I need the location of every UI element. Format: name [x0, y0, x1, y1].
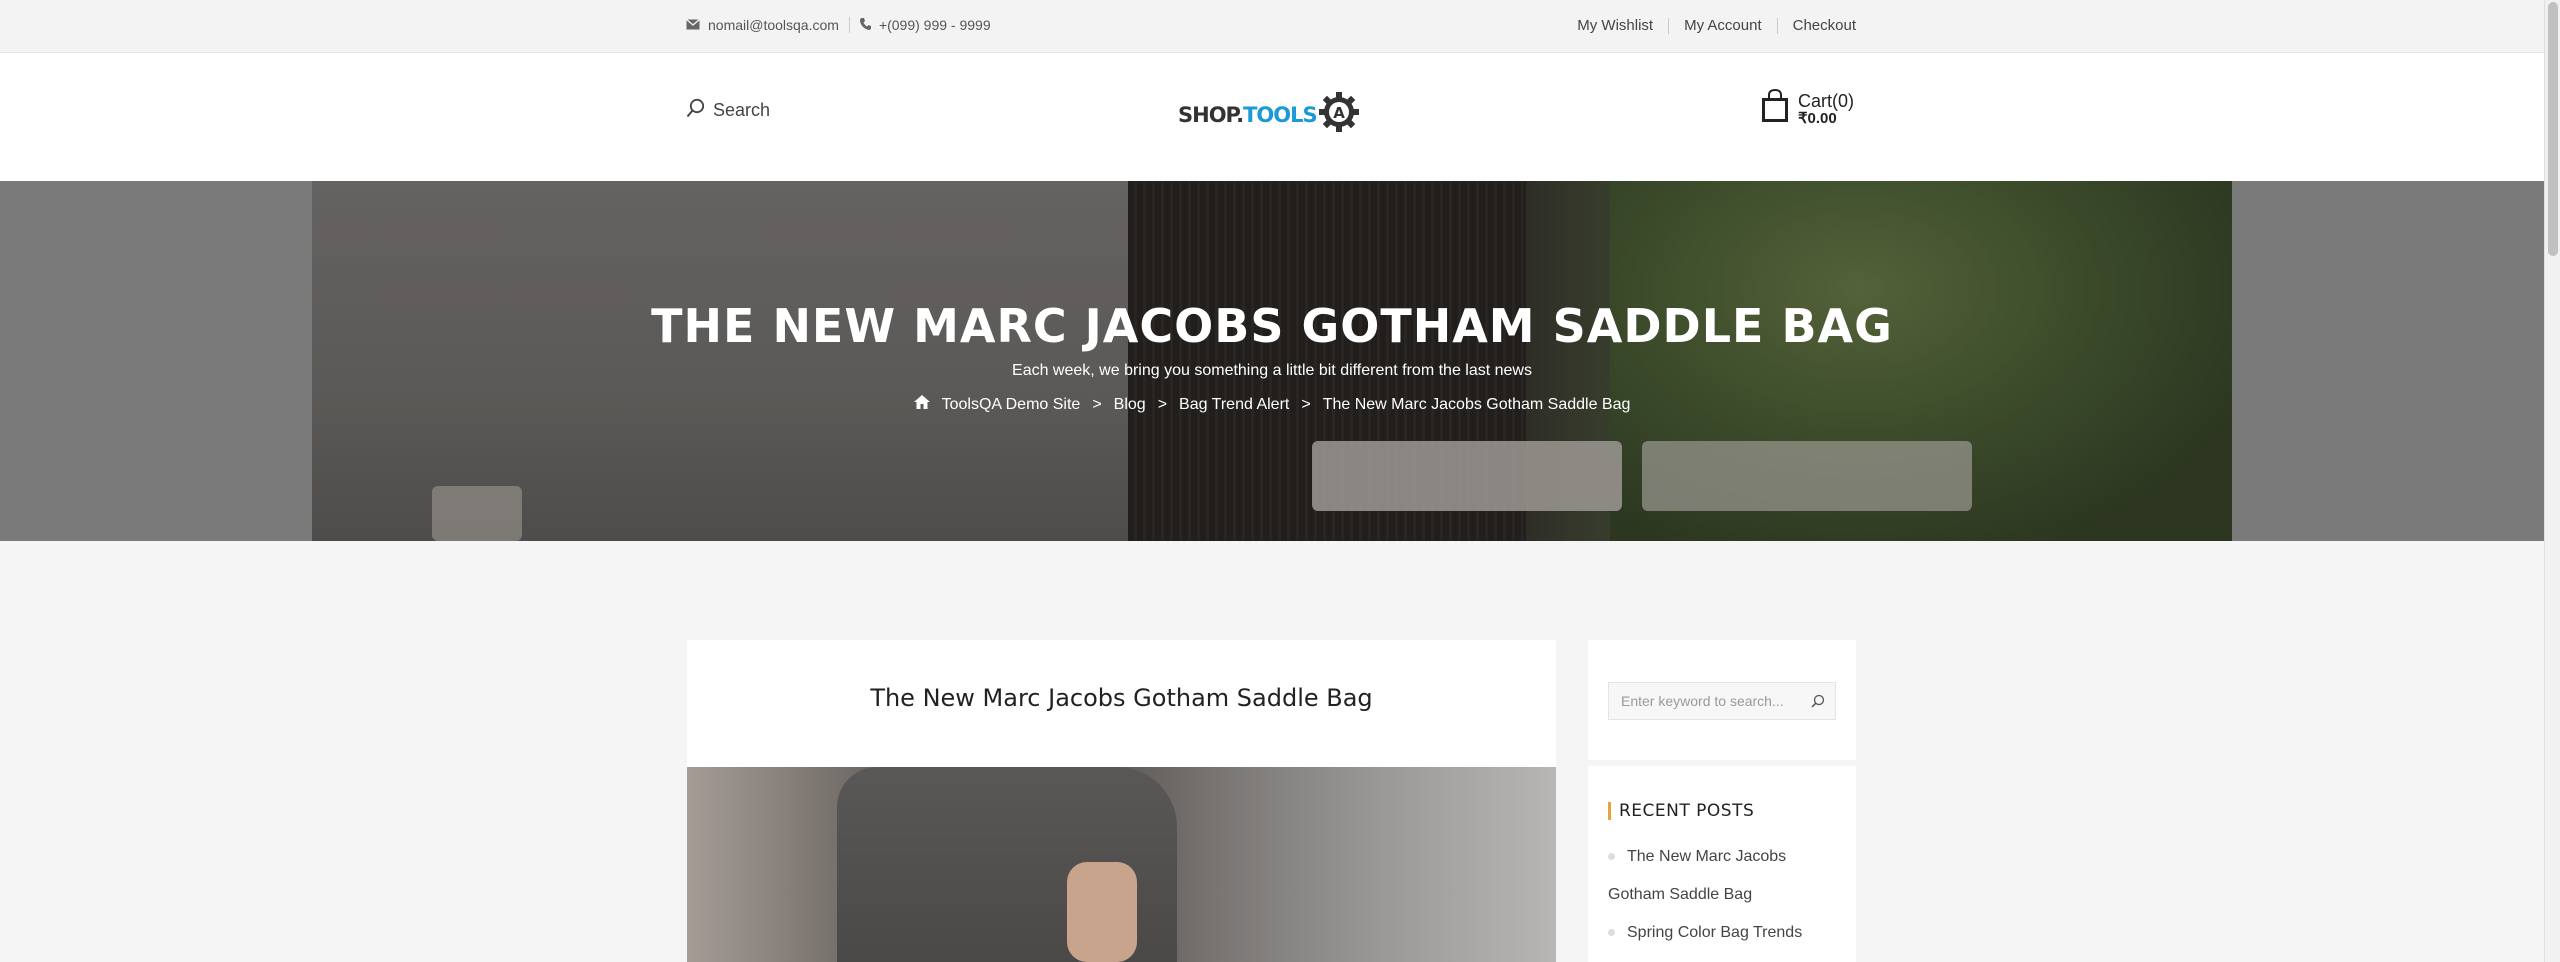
top-bar: nomail@toolsqa.com +(099) 999 - 9999 My … — [0, 0, 2544, 53]
breadcrumb-current: The New Marc Jacobs Gotham Saddle Bag — [1322, 395, 1631, 413]
bullet — [1608, 929, 1615, 937]
email-text: nomail@toolsqa.com — [708, 17, 839, 33]
bullet — [1608, 853, 1615, 861]
post-title: The New Marc Jacobs Gotham Saddle Bag — [870, 684, 1373, 712]
cart-label: Cart(0) — [1798, 90, 1855, 111]
divider — [1776, 17, 1778, 34]
recent-posts-heading: RECENT POSTS — [1608, 802, 1754, 820]
search-icon[interactable] — [1811, 694, 1825, 711]
breadcrumb-separator: > — [1157, 395, 1168, 413]
blog-post: The New Marc Jacobs Gotham Saddle Bag — [687, 640, 1556, 962]
breadcrumb-separator: > — [1301, 395, 1311, 413]
home-icon[interactable] — [913, 395, 930, 414]
scrollbar-thumb[interactable] — [2548, 2, 2558, 256]
logo-text: SHOP.TOOLS — [1178, 102, 1318, 127]
cart-info: Cart(0) ₹0.00 — [1798, 91, 1854, 127]
envelope-icon — [686, 17, 700, 33]
recent-post-item[interactable]: Spring Color Bag Trends — [1608, 914, 1848, 952]
site-logo[interactable]: SHOP.TOOLS A — [1178, 90, 1361, 139]
page-title: THE NEW MARC JACOBS GOTHAM SADDLE BAG — [651, 299, 1893, 353]
search-icon — [686, 98, 706, 123]
divider — [1668, 17, 1670, 34]
phone-icon — [859, 17, 871, 33]
search-toggle[interactable]: Search — [686, 98, 770, 123]
divider — [848, 17, 850, 33]
checkout-link[interactable]: Checkout — [1793, 17, 1856, 34]
svg-text:A: A — [1333, 104, 1345, 122]
post-featured-image — [687, 767, 1556, 962]
cart-widget[interactable]: Cart(0) ₹0.00 — [1760, 88, 1854, 128]
my-wishlist-link[interactable]: My Wishlist — [1577, 17, 1653, 34]
recent-post-item[interactable]: The New Marc Jacobs Gotham Saddle Bag — [1608, 838, 1848, 914]
breadcrumb-separator: > — [1092, 395, 1102, 413]
search-placeholder: Enter keyword to search... — [1621, 693, 1784, 709]
breadcrumb-blog[interactable]: Blog — [1114, 396, 1146, 414]
account-links: My Wishlist My Account Checkout — [1577, 17, 1856, 34]
contact-phone[interactable]: +(099) 999 - 9999 — [859, 17, 991, 33]
cart-amount: ₹0.00 — [1798, 109, 1837, 127]
hero-background-image — [312, 181, 2232, 541]
site-header: Search SHOP.TOOLS A Cart(0) ₹0.00 — [0, 53, 2544, 181]
gear-logo-icon: A — [1317, 90, 1361, 139]
breadcrumb-home[interactable]: ToolsQA Demo Site — [942, 396, 1081, 414]
sidebar: Enter keyword to search... RECENT POSTS … — [1588, 640, 1856, 962]
sidebar-search-input[interactable]: Enter keyword to search... — [1608, 682, 1836, 720]
breadcrumb-category[interactable]: Bag Trend Alert — [1179, 396, 1289, 414]
phone-text: +(099) 999 - 9999 — [878, 17, 991, 33]
sidebar-search-widget: Enter keyword to search... — [1588, 640, 1856, 760]
my-account-link[interactable]: My Account — [1684, 17, 1762, 34]
contact-email[interactable]: nomail@toolsqa.com — [686, 17, 839, 33]
breadcrumb: ToolsQA Demo Site > Blog > Bag Trend Ale… — [0, 395, 2544, 414]
contact-info: nomail@toolsqa.com +(099) 999 - 9999 — [686, 17, 991, 33]
search-label: Search — [713, 100, 771, 120]
page-scrollbar[interactable] — [2544, 0, 2560, 962]
shopping-bag-icon — [1760, 88, 1790, 128]
page-subtitle: Each week, we bring you something a litt… — [1012, 362, 1532, 379]
page-hero-banner: THE NEW MARC JACOBS GOTHAM SADDLE BAG Ea… — [0, 181, 2544, 541]
recent-posts-widget: RECENT POSTS The New Marc Jacobs Gotham … — [1588, 766, 1856, 962]
